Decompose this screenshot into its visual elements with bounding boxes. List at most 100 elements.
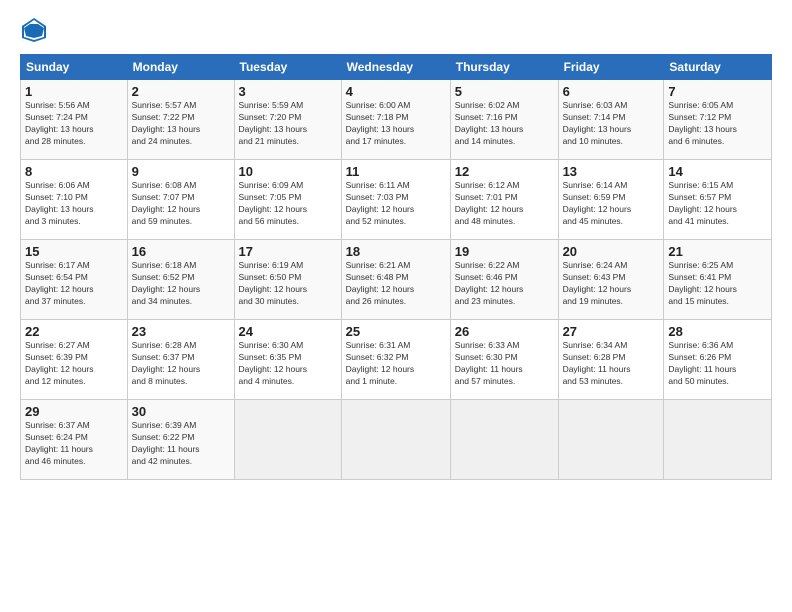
calendar-cell: 14Sunrise: 6:15 AM Sunset: 6:57 PM Dayli… xyxy=(664,160,772,240)
weekday-header-sunday: Sunday xyxy=(21,55,128,80)
logo-icon xyxy=(20,16,48,44)
calendar-table: SundayMondayTuesdayWednesdayThursdayFrid… xyxy=(20,54,772,480)
calendar-cell xyxy=(234,400,341,480)
day-number: 24 xyxy=(239,324,337,339)
day-number: 1 xyxy=(25,84,123,99)
calendar-week-1: 8Sunrise: 6:06 AM Sunset: 7:10 PM Daylig… xyxy=(21,160,772,240)
calendar-cell: 16Sunrise: 6:18 AM Sunset: 6:52 PM Dayli… xyxy=(127,240,234,320)
day-number: 21 xyxy=(668,244,767,259)
day-info: Sunrise: 5:59 AM Sunset: 7:20 PM Dayligh… xyxy=(239,100,337,148)
day-number: 22 xyxy=(25,324,123,339)
day-info: Sunrise: 6:00 AM Sunset: 7:18 PM Dayligh… xyxy=(346,100,446,148)
day-info: Sunrise: 6:17 AM Sunset: 6:54 PM Dayligh… xyxy=(25,260,123,308)
day-info: Sunrise: 6:28 AM Sunset: 6:37 PM Dayligh… xyxy=(132,340,230,388)
day-number: 25 xyxy=(346,324,446,339)
day-info: Sunrise: 6:31 AM Sunset: 6:32 PM Dayligh… xyxy=(346,340,446,388)
day-info: Sunrise: 5:57 AM Sunset: 7:22 PM Dayligh… xyxy=(132,100,230,148)
weekday-header-monday: Monday xyxy=(127,55,234,80)
calendar-cell: 3Sunrise: 5:59 AM Sunset: 7:20 PM Daylig… xyxy=(234,80,341,160)
calendar-cell: 29Sunrise: 6:37 AM Sunset: 6:24 PM Dayli… xyxy=(21,400,128,480)
calendar-cell: 25Sunrise: 6:31 AM Sunset: 6:32 PM Dayli… xyxy=(341,320,450,400)
day-info: Sunrise: 6:12 AM Sunset: 7:01 PM Dayligh… xyxy=(455,180,554,228)
calendar-cell xyxy=(558,400,664,480)
calendar-cell xyxy=(664,400,772,480)
calendar-week-3: 22Sunrise: 6:27 AM Sunset: 6:39 PM Dayli… xyxy=(21,320,772,400)
calendar-body: 1Sunrise: 5:56 AM Sunset: 7:24 PM Daylig… xyxy=(21,80,772,480)
day-number: 27 xyxy=(563,324,660,339)
calendar-cell: 9Sunrise: 6:08 AM Sunset: 7:07 PM Daylig… xyxy=(127,160,234,240)
header xyxy=(20,16,772,44)
day-info: Sunrise: 6:33 AM Sunset: 6:30 PM Dayligh… xyxy=(455,340,554,388)
day-info: Sunrise: 6:02 AM Sunset: 7:16 PM Dayligh… xyxy=(455,100,554,148)
day-number: 5 xyxy=(455,84,554,99)
calendar-header: SundayMondayTuesdayWednesdayThursdayFrid… xyxy=(21,55,772,80)
calendar-cell: 21Sunrise: 6:25 AM Sunset: 6:41 PM Dayli… xyxy=(664,240,772,320)
day-number: 3 xyxy=(239,84,337,99)
day-number: 9 xyxy=(132,164,230,179)
calendar-cell: 1Sunrise: 5:56 AM Sunset: 7:24 PM Daylig… xyxy=(21,80,128,160)
weekday-header-thursday: Thursday xyxy=(450,55,558,80)
day-info: Sunrise: 6:27 AM Sunset: 6:39 PM Dayligh… xyxy=(25,340,123,388)
calendar-cell: 10Sunrise: 6:09 AM Sunset: 7:05 PM Dayli… xyxy=(234,160,341,240)
calendar-cell: 27Sunrise: 6:34 AM Sunset: 6:28 PM Dayli… xyxy=(558,320,664,400)
day-info: Sunrise: 6:39 AM Sunset: 6:22 PM Dayligh… xyxy=(132,420,230,468)
day-number: 4 xyxy=(346,84,446,99)
page: SundayMondayTuesdayWednesdayThursdayFrid… xyxy=(0,0,792,612)
calendar-cell: 7Sunrise: 6:05 AM Sunset: 7:12 PM Daylig… xyxy=(664,80,772,160)
day-info: Sunrise: 6:03 AM Sunset: 7:14 PM Dayligh… xyxy=(563,100,660,148)
calendar-cell: 26Sunrise: 6:33 AM Sunset: 6:30 PM Dayli… xyxy=(450,320,558,400)
day-number: 16 xyxy=(132,244,230,259)
day-info: Sunrise: 6:11 AM Sunset: 7:03 PM Dayligh… xyxy=(346,180,446,228)
day-number: 6 xyxy=(563,84,660,99)
day-number: 12 xyxy=(455,164,554,179)
day-number: 2 xyxy=(132,84,230,99)
day-number: 30 xyxy=(132,404,230,419)
day-number: 14 xyxy=(668,164,767,179)
day-info: Sunrise: 6:08 AM Sunset: 7:07 PM Dayligh… xyxy=(132,180,230,228)
calendar-cell: 2Sunrise: 5:57 AM Sunset: 7:22 PM Daylig… xyxy=(127,80,234,160)
day-number: 17 xyxy=(239,244,337,259)
calendar-cell: 8Sunrise: 6:06 AM Sunset: 7:10 PM Daylig… xyxy=(21,160,128,240)
calendar-cell: 20Sunrise: 6:24 AM Sunset: 6:43 PM Dayli… xyxy=(558,240,664,320)
weekday-header-saturday: Saturday xyxy=(664,55,772,80)
day-info: Sunrise: 6:34 AM Sunset: 6:28 PM Dayligh… xyxy=(563,340,660,388)
day-number: 7 xyxy=(668,84,767,99)
calendar-cell: 28Sunrise: 6:36 AM Sunset: 6:26 PM Dayli… xyxy=(664,320,772,400)
weekday-header-tuesday: Tuesday xyxy=(234,55,341,80)
day-number: 11 xyxy=(346,164,446,179)
day-number: 13 xyxy=(563,164,660,179)
day-info: Sunrise: 6:09 AM Sunset: 7:05 PM Dayligh… xyxy=(239,180,337,228)
logo xyxy=(20,16,52,44)
calendar-cell: 4Sunrise: 6:00 AM Sunset: 7:18 PM Daylig… xyxy=(341,80,450,160)
calendar-week-2: 15Sunrise: 6:17 AM Sunset: 6:54 PM Dayli… xyxy=(21,240,772,320)
day-number: 19 xyxy=(455,244,554,259)
calendar-cell: 13Sunrise: 6:14 AM Sunset: 6:59 PM Dayli… xyxy=(558,160,664,240)
day-number: 20 xyxy=(563,244,660,259)
day-info: Sunrise: 6:25 AM Sunset: 6:41 PM Dayligh… xyxy=(668,260,767,308)
day-info: Sunrise: 6:06 AM Sunset: 7:10 PM Dayligh… xyxy=(25,180,123,228)
calendar-cell: 24Sunrise: 6:30 AM Sunset: 6:35 PM Dayli… xyxy=(234,320,341,400)
calendar-week-4: 29Sunrise: 6:37 AM Sunset: 6:24 PM Dayli… xyxy=(21,400,772,480)
weekday-header-wednesday: Wednesday xyxy=(341,55,450,80)
day-info: Sunrise: 6:15 AM Sunset: 6:57 PM Dayligh… xyxy=(668,180,767,228)
day-number: 8 xyxy=(25,164,123,179)
day-info: Sunrise: 6:24 AM Sunset: 6:43 PM Dayligh… xyxy=(563,260,660,308)
day-number: 26 xyxy=(455,324,554,339)
day-info: Sunrise: 6:14 AM Sunset: 6:59 PM Dayligh… xyxy=(563,180,660,228)
calendar-cell: 18Sunrise: 6:21 AM Sunset: 6:48 PM Dayli… xyxy=(341,240,450,320)
calendar-week-0: 1Sunrise: 5:56 AM Sunset: 7:24 PM Daylig… xyxy=(21,80,772,160)
day-number: 18 xyxy=(346,244,446,259)
calendar-cell: 30Sunrise: 6:39 AM Sunset: 6:22 PM Dayli… xyxy=(127,400,234,480)
day-info: Sunrise: 6:05 AM Sunset: 7:12 PM Dayligh… xyxy=(668,100,767,148)
calendar-cell: 6Sunrise: 6:03 AM Sunset: 7:14 PM Daylig… xyxy=(558,80,664,160)
calendar-cell: 19Sunrise: 6:22 AM Sunset: 6:46 PM Dayli… xyxy=(450,240,558,320)
calendar-cell: 12Sunrise: 6:12 AM Sunset: 7:01 PM Dayli… xyxy=(450,160,558,240)
day-info: Sunrise: 6:30 AM Sunset: 6:35 PM Dayligh… xyxy=(239,340,337,388)
calendar-cell xyxy=(341,400,450,480)
day-info: Sunrise: 5:56 AM Sunset: 7:24 PM Dayligh… xyxy=(25,100,123,148)
calendar-cell: 11Sunrise: 6:11 AM Sunset: 7:03 PM Dayli… xyxy=(341,160,450,240)
day-info: Sunrise: 6:21 AM Sunset: 6:48 PM Dayligh… xyxy=(346,260,446,308)
day-number: 29 xyxy=(25,404,123,419)
day-number: 28 xyxy=(668,324,767,339)
day-number: 23 xyxy=(132,324,230,339)
